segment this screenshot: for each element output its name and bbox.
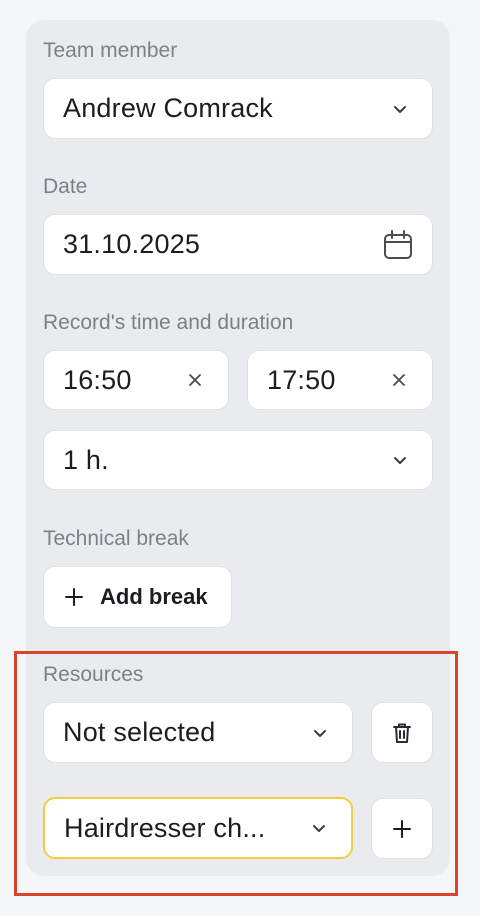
date-label: Date — [43, 175, 88, 198]
add-break-button[interactable]: Add break — [43, 566, 232, 628]
resource-select-2[interactable]: Hairdresser ch... — [43, 797, 353, 859]
duration-value: 1 h. — [63, 444, 109, 475]
chevron-down-icon — [314, 729, 326, 737]
resources-label: Resources — [43, 663, 144, 686]
plus-icon — [393, 819, 411, 838]
chevron-down-icon — [394, 457, 406, 464]
team-member-label: Team member — [43, 39, 178, 62]
resource-select-1[interactable]: Not selected — [43, 702, 353, 763]
calendar-icon[interactable] — [382, 229, 414, 261]
record-time-label: Record's time and duration — [43, 311, 294, 334]
resource-value-2: Hairdresser ch... — [64, 812, 266, 843]
end-time-field[interactable]: 17:50 — [247, 350, 433, 410]
trash-icon — [393, 723, 411, 743]
plus-icon — [65, 588, 83, 606]
clear-start-time-icon[interactable] — [188, 373, 202, 387]
date-field[interactable]: 31.10.2025 — [43, 214, 433, 275]
start-time-value: 16:50 — [63, 364, 132, 395]
start-time-field[interactable]: 16:50 — [43, 350, 229, 410]
end-time-value: 17:50 — [267, 364, 336, 395]
add-resource-button[interactable] — [371, 798, 433, 859]
duration-select[interactable]: 1 h. — [43, 430, 433, 490]
chevron-down-icon — [313, 825, 325, 832]
date-value: 31.10.2025 — [63, 229, 201, 259]
team-member-value: Andrew Comrack — [63, 93, 273, 123]
clear-end-time-icon[interactable] — [392, 373, 406, 387]
delete-resource-button[interactable] — [371, 702, 433, 763]
add-break-label: Add break — [100, 584, 208, 609]
team-member-select[interactable]: Andrew Comrack — [43, 78, 433, 139]
chevron-down-icon — [394, 105, 406, 113]
technical-break-label: Technical break — [43, 527, 189, 550]
resource-value-1: Not selected — [63, 717, 216, 747]
